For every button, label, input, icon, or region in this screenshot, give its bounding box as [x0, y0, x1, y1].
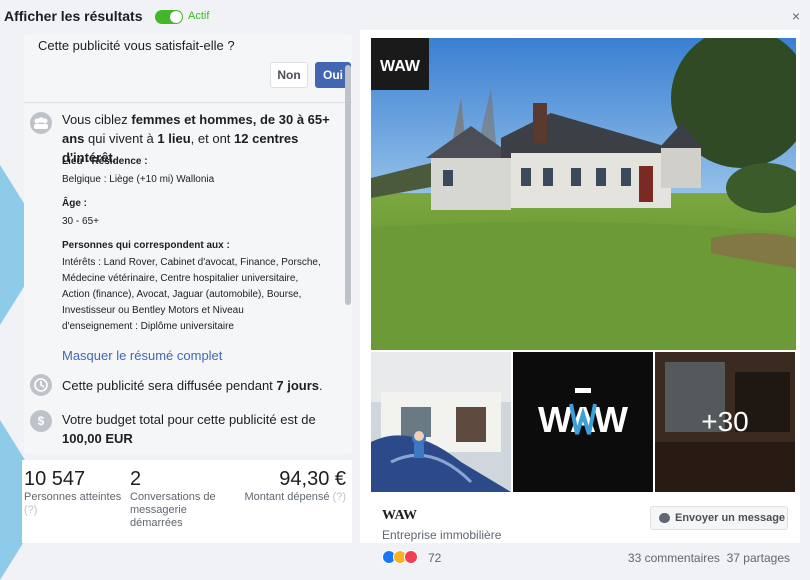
age-title: Âge :	[62, 198, 87, 209]
send-message-button[interactable]: Envoyer un message	[650, 506, 788, 530]
results-header: Afficher les résultats Actif ×	[0, 0, 810, 32]
statue-photo[interactable]	[371, 352, 511, 492]
interests-list: Intérêts : Land Rover, Cabinet d'avocat,…	[62, 257, 321, 332]
page-title: Afficher les résultats	[4, 8, 143, 24]
conversations-value: 2	[130, 468, 142, 490]
satisfaction-question: Cette publicité vous satisfait-elle ?	[38, 38, 235, 53]
no-button[interactable]: Non	[270, 62, 308, 88]
comments-count: 33 commentaires	[627, 551, 720, 565]
more-photos-count[interactable]: +30	[655, 352, 795, 492]
toggle-label: Actif	[188, 10, 210, 22]
spent-value: 94,30 €	[279, 468, 346, 490]
waw-logo-photo[interactable]: WAW	[513, 352, 653, 492]
scrollbar[interactable]	[345, 65, 351, 305]
page-name[interactable]: WAW	[382, 508, 417, 524]
toggle-knob	[170, 11, 182, 23]
ad-preview: WAW WAW +30 WAW Entreprise immobilière E…	[360, 30, 800, 565]
clock-icon	[30, 374, 52, 396]
budget-amount: 100,00 EUR	[62, 431, 133, 446]
divider	[24, 102, 352, 103]
reach-label: Personnes atteintes (?)	[24, 491, 122, 516]
svg-text:$: $	[38, 414, 45, 428]
location-value: Belgique : Liège (+10 mi) Wallonia	[62, 174, 215, 185]
conversations-label: Conversations de messagerie démarrées	[130, 491, 216, 529]
reaction-count: 72	[428, 551, 442, 565]
active-toggle[interactable]	[155, 10, 183, 24]
close-icon[interactable]: ×	[792, 8, 800, 24]
location-title: Lieu - Résidence :	[62, 156, 148, 167]
interior-photo[interactable]: +30	[655, 352, 795, 492]
messenger-icon	[659, 513, 670, 523]
help-icon: (?)	[332, 491, 346, 503]
people-title: Personnes qui correspondent aux :	[62, 240, 230, 251]
page-category: Entreprise immobilière	[382, 528, 502, 542]
house-photo[interactable]: WAW	[371, 38, 796, 350]
budget-icon: $	[30, 410, 52, 432]
duration-text: Cette publicité sera diffusée pendant 7 …	[62, 378, 323, 393]
help-icon: (?)	[24, 504, 38, 516]
love-reaction-icon	[404, 550, 418, 564]
spent-label: Montant dépensé (?)	[244, 491, 346, 503]
waw-logo-small: WAW	[380, 58, 421, 75]
hide-summary-link[interactable]: Masquer le résumé complet	[62, 348, 222, 363]
shares-count: 37 partages	[726, 551, 790, 565]
results-stats: 10 547 Personnes atteintes (?) 2 Conversa…	[22, 460, 352, 543]
age-value: 30 - 65+	[62, 216, 99, 227]
audience-icon	[30, 112, 52, 134]
budget-text: Votre budget total pour cette publicité …	[62, 412, 316, 446]
ad-summary-panel: Cette publicité vous satisfait-elle ? No…	[24, 34, 352, 454]
engagement-stats[interactable]: 33 commentaires 37 partages	[628, 551, 790, 565]
reach-value: 10 547	[24, 468, 86, 490]
